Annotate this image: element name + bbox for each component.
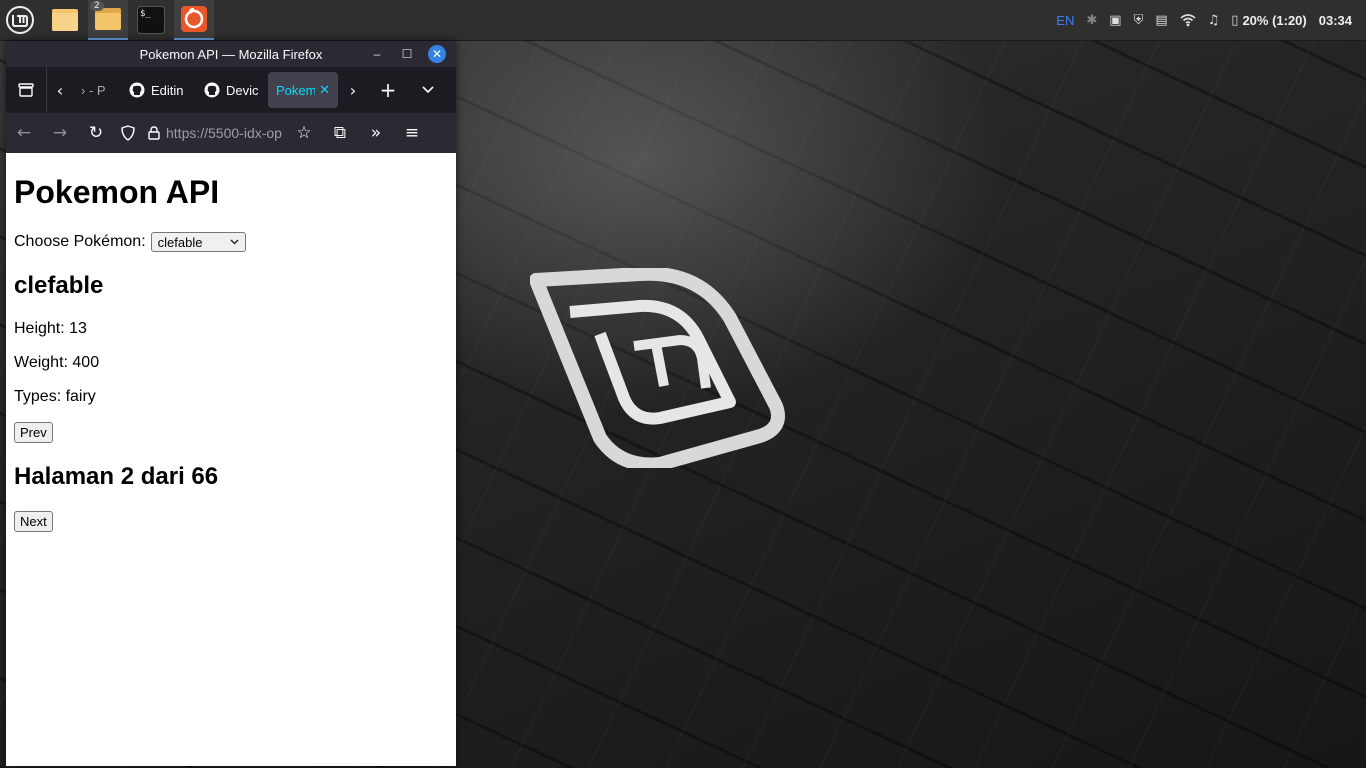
tab-label: Pokem (276, 82, 316, 98)
next-button[interactable]: Next (14, 511, 53, 532)
terminal-button[interactable]: $_ (131, 0, 171, 40)
list-all-tabs-button[interactable] (408, 67, 448, 113)
language-indicator: EN (1056, 12, 1075, 28)
battery-indicator[interactable]: ▯ 20% (1:20) (1225, 0, 1312, 40)
files-launcher[interactable] (45, 0, 85, 40)
menu-button[interactable] (0, 0, 40, 40)
nav-bar: ← → ↻ https://5500-idx-op ☆ ⧉ » ≡ (6, 113, 456, 153)
terminal-prompt: $_ (140, 9, 151, 19)
battery-text: 20% (1:20) (1242, 12, 1307, 28)
tracking-protection-icon[interactable] (114, 113, 142, 153)
page-title: Pokemon API (14, 174, 220, 210)
mint-menu-icon (6, 6, 34, 34)
new-tab-button[interactable]: + (368, 67, 408, 113)
page-content: Pokemon API Choose Pokémon: clefable cle… (6, 174, 456, 532)
github-icon (204, 82, 220, 98)
forward-button[interactable]: → (42, 113, 78, 153)
pokemon-weight: Weight: 400 (14, 354, 100, 371)
extensions-icon[interactable]: ⧉ (322, 113, 358, 153)
scroll-tabs-right[interactable]: › (338, 67, 368, 113)
tab-pokemon-active[interactable]: Pokem ✕ (268, 72, 338, 108)
top-panel: 2 $_ EN ✱ ▣ ⛨ ▤ ♫ ▯ 20% (1:20) 03:34 (0, 0, 1366, 41)
tab-2[interactable]: Editin (121, 72, 196, 108)
system-tray: EN ✱ ▣ ⛨ ▤ ♫ ▯ 20% (1:20) 03:34 (1050, 0, 1366, 40)
overflow-menu-icon[interactable]: » (358, 113, 394, 153)
minimize-button[interactable]: – (362, 44, 392, 64)
lock-icon[interactable] (142, 113, 166, 153)
folder-icon (52, 9, 78, 31)
close-button[interactable]: ✕ (422, 44, 452, 64)
wifi-icon[interactable] (1174, 0, 1202, 40)
clock[interactable]: 03:34 (1313, 0, 1358, 40)
firefox-icon (181, 6, 207, 32)
tab-3[interactable]: Devic (196, 72, 268, 108)
battery-icon: ▯ (1231, 12, 1239, 28)
close-icon: ✕ (428, 45, 446, 63)
firefox-window-button[interactable] (174, 0, 214, 40)
scroll-tabs-left[interactable]: ‹ (47, 67, 73, 113)
tab-label: Devic (226, 82, 259, 98)
hamburger-menu-icon[interactable]: ≡ (394, 113, 430, 153)
window-controls: – ☐ ✕ (362, 44, 452, 64)
selected-option: clefable (157, 234, 203, 250)
firefox-window: Pokemon API — Mozilla Firefox – ☐ ✕ ‹ › … (6, 41, 456, 766)
reload-button[interactable]: ↻ (78, 113, 114, 153)
maximize-button[interactable]: ☐ (392, 44, 422, 64)
mint-logo-icon (530, 268, 785, 468)
update-icon[interactable]: ▤ (1149, 0, 1173, 40)
shield-icon[interactable]: ⛨ (1128, 0, 1150, 40)
pokemon-name: clefable (14, 272, 104, 299)
files-window-button[interactable]: 2 (88, 0, 128, 40)
prev-button[interactable]: Prev (14, 422, 53, 443)
back-button[interactable]: ← (6, 113, 42, 153)
firefox-view-icon (18, 83, 34, 97)
tab-bar: ‹ › - P Editin Devic Pokem ✕ › + (6, 67, 456, 113)
github-icon (129, 82, 145, 98)
firefox-view-button[interactable] (6, 67, 47, 113)
keyboard-layout[interactable]: EN (1050, 0, 1080, 40)
pokemon-types: Types: fairy (14, 388, 96, 405)
clock-text: 03:34 (1318, 12, 1352, 28)
sound-icon[interactable]: ♫ (1202, 0, 1226, 40)
titlebar[interactable]: Pokemon API — Mozilla Firefox – ☐ ✕ (6, 41, 456, 67)
close-tab-icon[interactable]: ✕ (319, 82, 330, 98)
bluetooth-icon[interactable]: ✱ (1080, 0, 1103, 40)
pokemon-height: Height: 13 (14, 320, 87, 337)
url-bar[interactable]: https://5500-idx-op (166, 125, 286, 141)
pagination-heading: Halaman 2 dari 66 (14, 463, 219, 490)
tab-label: › - P (81, 82, 106, 98)
tab-1[interactable]: › - P (73, 72, 121, 108)
chevron-down-icon (230, 239, 239, 245)
clipboard-icon[interactable]: ▣ (1103, 0, 1127, 40)
choose-label: Choose Pokémon: (14, 233, 146, 250)
window-count-badge: 2 (90, 1, 104, 11)
bookmark-star-icon[interactable]: ☆ (286, 113, 322, 153)
chevron-down-icon (422, 86, 434, 94)
terminal-icon: $_ (137, 6, 165, 34)
pokemon-select[interactable]: clefable (150, 232, 246, 252)
tab-label: Editin (151, 82, 184, 98)
pokemon-select-row: Choose Pokémon: clefable (14, 232, 448, 252)
